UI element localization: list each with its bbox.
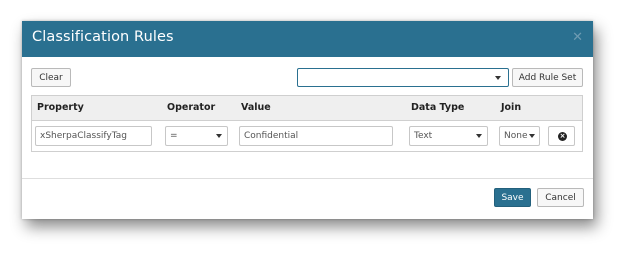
data-type-select[interactable]: Text <box>409 126 488 146</box>
remove-circle-icon: × <box>558 132 567 141</box>
chevron-down-icon <box>495 76 501 80</box>
column-header-value: Value <box>241 102 271 113</box>
dialog-header: Classification Rules ✕ <box>22 21 593 57</box>
chevron-down-icon <box>476 134 482 138</box>
remove-rule-button[interactable]: × <box>548 126 575 146</box>
column-header-property: Property <box>37 102 84 113</box>
cancel-button[interactable]: Cancel <box>537 188 584 207</box>
property-input[interactable]: xSherpaClassifyTag <box>35 126 152 146</box>
rule-set-select[interactable] <box>297 68 509 87</box>
chevron-down-icon <box>216 134 222 138</box>
add-rule-set-button[interactable]: Add Rule Set <box>512 68 583 87</box>
table-header: Property Operator Value Data Type Join <box>32 96 582 121</box>
clear-button[interactable]: Clear <box>31 68 71 87</box>
value-input[interactable]: Confidential <box>239 126 393 146</box>
operator-select[interactable]: = <box>165 126 228 146</box>
column-header-join: Join <box>501 102 522 113</box>
save-button[interactable]: Save <box>494 188 531 207</box>
classification-rules-dialog: Classification Rules ✕ Clear Add Rule Se… <box>22 21 593 219</box>
close-icon[interactable]: ✕ <box>572 30 583 45</box>
join-value: None <box>504 131 528 141</box>
footer-divider <box>22 178 593 179</box>
column-header-data-type: Data Type <box>411 102 465 113</box>
rules-table: Property Operator Value Data Type Join x… <box>31 95 583 152</box>
column-header-operator: Operator <box>167 102 216 113</box>
operator-value: = <box>170 131 178 141</box>
dialog-title: Classification Rules <box>32 29 174 45</box>
chevron-down-icon <box>529 134 535 138</box>
data-type-value: Text <box>414 131 433 141</box>
join-select[interactable]: None <box>499 126 540 146</box>
